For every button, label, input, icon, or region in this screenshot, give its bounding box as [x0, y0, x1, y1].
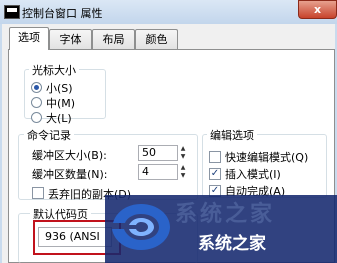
quick-edit-label: 快速编辑模式(Q) — [225, 151, 309, 164]
spin-down-icon[interactable]: ▼ — [179, 153, 187, 160]
tab-colors[interactable]: 颜色 — [135, 29, 178, 49]
spin-up-icon[interactable]: ▲ — [179, 164, 187, 171]
quick-edit-checkbox[interactable] — [209, 151, 221, 163]
tab-font[interactable]: 字体 — [49, 29, 92, 49]
buffer-count-input[interactable]: 4 — [138, 164, 178, 180]
insert-mode-checkbox[interactable]: ✓ — [209, 168, 221, 180]
insert-mode-label: 插入模式(I) — [225, 168, 281, 181]
buffer-count-label: 缓冲区数量(N): — [32, 168, 108, 181]
radio-large[interactable] — [31, 112, 42, 123]
radio-large-label: 大(L) — [46, 112, 72, 125]
command-history-title: 命令记录 — [24, 127, 74, 143]
discard-duplicates-checkbox[interactable] — [32, 187, 44, 199]
watermark-text: 系统之家 — [198, 234, 266, 254]
radio-small-label: 小(S) — [46, 82, 73, 95]
watermark-logo-icon — [112, 204, 170, 250]
title-bar: 控制台窗口 属性 x — [0, 0, 337, 24]
close-button[interactable]: x — [298, 0, 337, 19]
radio-small[interactable] — [31, 82, 42, 93]
edit-options-title: 编辑选项 — [207, 127, 257, 143]
radio-medium-label: 中(M) — [46, 97, 76, 110]
buffer-size-label: 缓冲区大小(B): — [32, 149, 107, 162]
tab-options[interactable]: 选项 — [9, 27, 49, 50]
spin-down-icon[interactable]: ▼ — [179, 172, 187, 179]
cursor-size-title: 光标大小 — [29, 62, 79, 78]
console-icon — [4, 5, 20, 19]
radio-medium[interactable] — [31, 97, 42, 108]
tab-layout[interactable]: 布局 — [92, 29, 135, 49]
window-title: 控制台窗口 属性 — [22, 7, 103, 20]
buffer-size-input[interactable]: 50 — [138, 145, 178, 161]
spin-up-icon[interactable]: ▲ — [179, 145, 187, 152]
watermark-faded-text: 系统之家 — [175, 202, 276, 227]
